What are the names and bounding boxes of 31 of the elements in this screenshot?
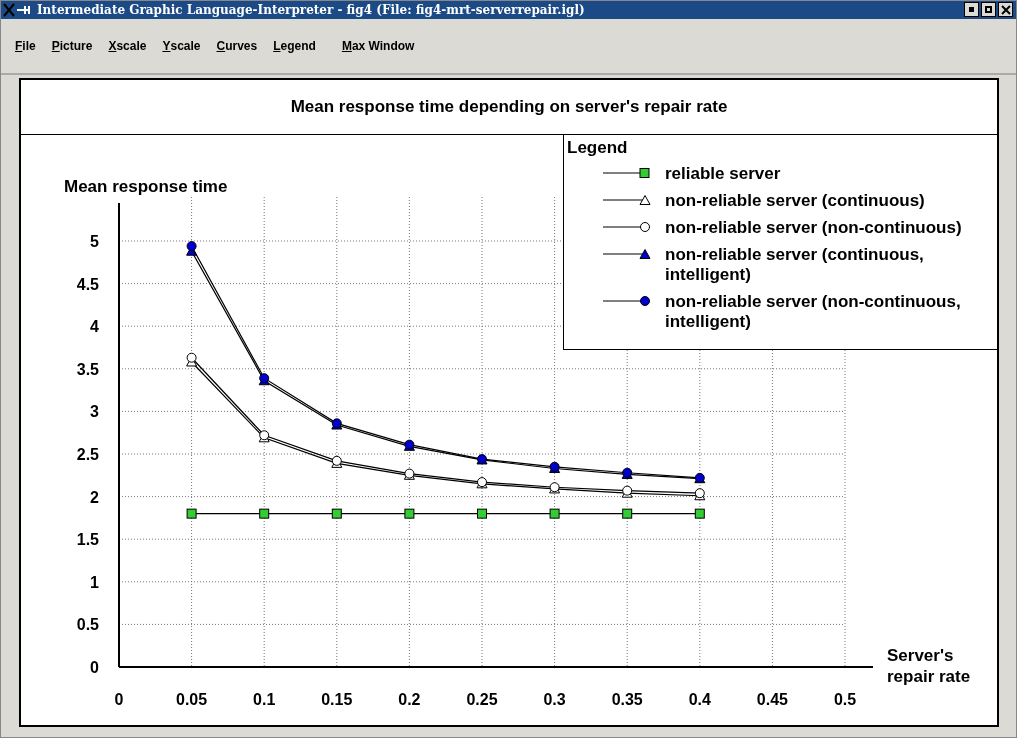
legend-title: Legend [567,138,629,158]
y-tick-label: 5 [90,233,99,250]
y-tick-label: 4 [90,318,99,336]
x-tick-label: 0.2 [398,691,421,708]
x-tick-label: 0.45 [756,691,788,708]
legend-label: non-reliable server (continuous) [665,191,926,211]
y-tick-label: 3 [90,403,99,421]
legend-label: non-reliable server (non-continuous, intelligent) [665,292,962,332]
y-tick-label: 2.5 [76,446,99,463]
legend-label: non-reliable server (non-continuous) [665,218,963,238]
y-tick-label: 0.5 [76,616,99,634]
y-axis-label: Mean response time [64,177,228,196]
x-tick-label: 0.4 [688,691,711,708]
x-tick-label: 0.35 [611,691,643,708]
window-title: Intermediate Graphic Language-Interpreter - fig4 (File: fig4-mrt-serverrepair.igl) [37,2,585,17]
x-tick-label: 0.05 [176,691,208,708]
y-tick-label: 1 [90,573,99,591]
y-tick-label: 0 [90,659,99,676]
y-tick-label: 4.5 [76,275,99,293]
legend-label: non-reliable server (continuous, intelligent) [665,245,925,285]
x-tick-label: 0.3 [543,691,566,708]
y-tick-label: 2 [90,488,99,506]
x-tick-label: 0 [114,691,124,708]
x-tick-label: 0.1 [253,691,276,708]
legend-label: reliable server [665,164,782,184]
x-tick-label: 0.25 [466,691,498,708]
x-tick-label: 0.5 [833,691,857,708]
x-axis-label: Server's repair rate [887,645,972,687]
y-tick-label: 3.5 [76,360,99,378]
y-tick-label: 1.5 [76,531,99,549]
x-tick-label: 0.15 [321,691,353,708]
